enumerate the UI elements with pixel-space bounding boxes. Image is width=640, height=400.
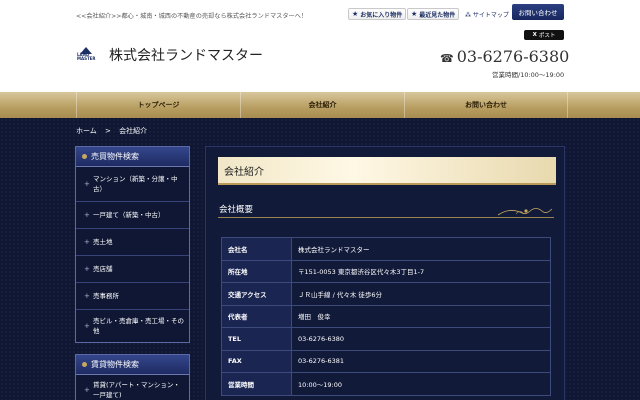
- sidebar-rent-title: 賃貸物件検索: [91, 360, 139, 369]
- sidebar-item-store[interactable]: + 売店舗: [76, 256, 189, 283]
- sidebar-item-label: 売ビル・売倉庫・売工場・その他: [93, 317, 184, 335]
- phone-icon: ☎: [440, 52, 454, 65]
- sidebar-sale-search: 売買物件検索 + マンション（新築・分譲・中古） + 一戸建て（新築・中古） +…: [75, 146, 190, 343]
- plus-icon: +: [84, 292, 90, 300]
- header-phone: ☎ 03-6276-6380: [440, 47, 569, 66]
- breadcrumb-separator: >: [105, 127, 111, 135]
- table-value: 10:00～19:00: [291, 372, 551, 396]
- sidebar-sale-title: 売買物件検索: [91, 152, 139, 161]
- sidebar-item-building[interactable]: + 売ビル・売倉庫・売工場・その他: [76, 310, 189, 342]
- business-hours: 営業時間/10:00～19:00: [492, 71, 565, 79]
- page-title: 会社紹介: [218, 157, 556, 185]
- table-value: 03-6276-6381: [291, 349, 551, 373]
- table-value: ＪＲ山手線 / 代々木 徒歩6分: [291, 282, 551, 306]
- table-row: 営業時間 10:00～19:00: [221, 372, 551, 396]
- main-panel: 会社紹介 会社概要 会社名 株式会社ランドマスター 所在地 〒151-0053 …: [205, 146, 565, 400]
- table-key: 交通アクセス: [221, 282, 292, 306]
- x-icon: X: [532, 32, 537, 38]
- breadcrumb: ホーム > 会社紹介: [76, 126, 147, 136]
- sidebar-rent-heading: 賃貸物件検索: [76, 355, 189, 375]
- table-key: FAX: [221, 349, 292, 373]
- page-content: ホーム > 会社紹介 売買物件検索 + マンション（新築・分譲・中古） + 一戸…: [0, 118, 640, 400]
- sidebar-item-label: 売事務所: [93, 292, 119, 300]
- sidebar-item-office[interactable]: + 売事務所: [76, 283, 189, 310]
- heading-bullet-icon: [82, 154, 87, 159]
- ornament-icon: [497, 208, 553, 216]
- table-key: TEL: [221, 327, 292, 351]
- table-row: 所在地 〒151-0053 東京都渋谷区代々木3丁目1-7: [221, 259, 551, 283]
- sitemap-icon: ⁂: [465, 12, 471, 19]
- table-key: 代表者: [221, 304, 292, 328]
- table-row: 交通アクセス ＪＲ山手線 / 代々木 徒歩6分: [221, 282, 551, 306]
- sidebar-item-label: マンション（新築・分譲・中古）: [93, 175, 178, 193]
- table-key: 営業時間: [221, 372, 292, 396]
- company-info-table: 会社名 株式会社ランドマスター 所在地 〒151-0053 東京都渋谷区代々木3…: [221, 237, 551, 396]
- sidebar-item-rental[interactable]: + 賃貸(アパート・マンション・一戸建て): [76, 375, 189, 400]
- table-row: FAX 03-6276-6381: [221, 349, 551, 373]
- table-value: 株式会社ランドマスター: [291, 237, 551, 261]
- plus-icon: +: [84, 211, 90, 219]
- plus-icon: +: [84, 322, 90, 330]
- sidebar-item-label: 売店舗: [93, 265, 113, 273]
- nav-item-contact[interactable]: お問い合わせ: [404, 92, 568, 118]
- x-post-button[interactable]: X ポスト: [524, 30, 564, 40]
- breadcrumb-current: 会社紹介: [119, 127, 148, 135]
- sidebar-item-house[interactable]: + 一戸建て（新築・中古）: [76, 202, 189, 229]
- table-key: 所在地: [221, 259, 292, 283]
- favorites-button[interactable]: ★ お気に入り物件: [348, 8, 407, 20]
- sidebar-item-label: 一戸建て（新築・中古）: [93, 211, 165, 219]
- table-value: 03-6276-6380: [291, 327, 551, 351]
- global-nav: トップページ 会社紹介 お問い合わせ: [0, 92, 640, 118]
- section-divider: [218, 217, 554, 218]
- company-name[interactable]: 株式会社ランドマスター: [109, 45, 263, 65]
- sidebar-rent-search: 賃貸物件検索 + 賃貸(アパート・マンション・一戸建て): [75, 354, 190, 400]
- section-title: 会社概要: [219, 205, 254, 215]
- table-value: 〒151-0053 東京都渋谷区代々木3丁目1-7: [291, 259, 551, 283]
- logo-text-line2: MASTER: [77, 56, 96, 61]
- table-row: 代表者 増田 俊幸: [221, 304, 551, 328]
- star-icon: ★: [411, 10, 418, 18]
- logo-text: LAND MASTER: [77, 53, 96, 61]
- table-value: 増田 俊幸: [291, 304, 551, 328]
- recent-button[interactable]: ★ 最近見た物件: [407, 8, 460, 20]
- nav-item-company[interactable]: 会社紹介: [240, 92, 404, 118]
- heading-bullet-icon: [82, 362, 87, 367]
- header-contact-button[interactable]: お問い合わせ: [512, 4, 564, 20]
- table-row: TEL 03-6276-6380: [221, 327, 551, 351]
- table-row: 会社名 株式会社ランドマスター: [221, 237, 551, 261]
- company-logo[interactable]: LAND MASTER: [77, 47, 103, 61]
- sidebar-item-label: 賃貸(アパート・マンション・一戸建て): [93, 381, 180, 399]
- nav-item-top[interactable]: トップページ: [76, 92, 240, 118]
- header-tagline: <<会社紹介>>都心・城南・城西の不動産の売却なら株式会社ランドマスターへ！: [76, 13, 308, 20]
- sitemap-link[interactable]: ⁂ サイトマップ: [465, 10, 509, 19]
- sitemap-label: サイトマップ: [472, 12, 509, 19]
- sidebar-item-mansion[interactable]: + マンション（新築・分譲・中古）: [76, 167, 189, 202]
- plus-icon: +: [84, 238, 90, 246]
- sidebar-sale-heading: 売買物件検索: [76, 147, 189, 167]
- phone-number: 03-6276-6380: [456, 47, 570, 66]
- plus-icon: +: [84, 265, 90, 273]
- table-key: 会社名: [221, 237, 292, 261]
- sidebar-item-land[interactable]: + 売土地: [76, 229, 189, 256]
- star-icon: ★: [352, 10, 359, 18]
- recent-label: 最近見た物件: [419, 11, 456, 19]
- plus-icon: +: [84, 180, 90, 188]
- plus-icon: +: [84, 386, 90, 394]
- x-post-label: ポスト: [538, 33, 556, 39]
- favorites-label: お気に入り物件: [360, 11, 403, 19]
- breadcrumb-home[interactable]: ホーム: [76, 127, 97, 135]
- site-header: <<会社紹介>>都心・城南・城西の不動産の売却なら株式会社ランドマスターへ！ ★…: [0, 0, 640, 92]
- sidebar-item-label: 売土地: [93, 238, 113, 246]
